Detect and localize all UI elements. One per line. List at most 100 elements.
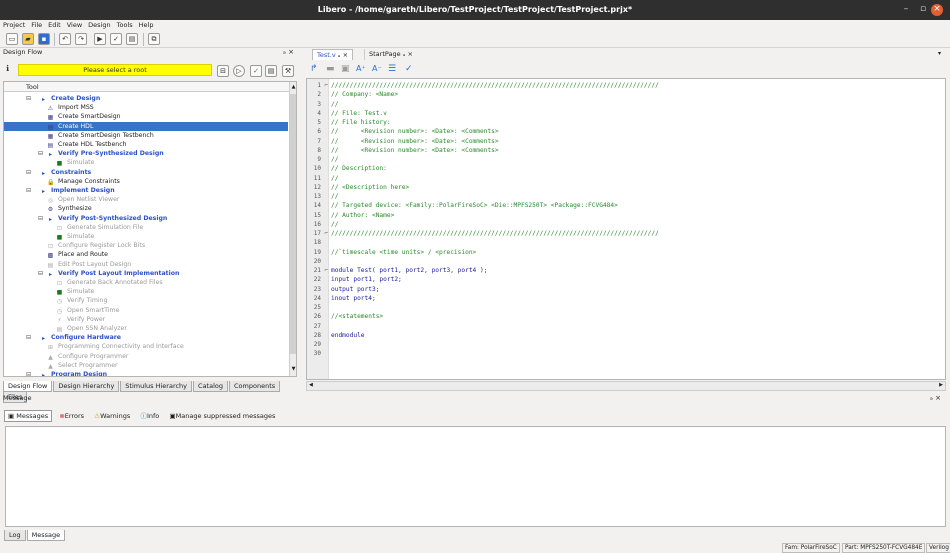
tree-expand-icon[interactable]: ⊟ — [38, 269, 43, 278]
tab-close-icon[interactable]: × — [408, 50, 413, 58]
tree-expand-icon[interactable]: ⊟ — [26, 186, 31, 195]
tree-row[interactable]: ⊟ ▸ Verify Post-Synthesized Design — [38, 214, 167, 223]
tree-row[interactable]: ⊟ ▸ Program Design — [26, 370, 107, 376]
flow-help-icon[interactable]: ℹ — [6, 64, 9, 73]
tree-row[interactable]: ▩ Place and Route — [47, 250, 108, 259]
tree-row[interactable]: ▤ Open SSN Analyzer — [56, 324, 127, 333]
tab-float-icon[interactable]: ₔ — [338, 51, 341, 59]
filter-info[interactable]: ⓘInfo — [137, 411, 162, 423]
tab-test-v[interactable]: Test.v ₔ × — [312, 49, 354, 60]
comment-icon[interactable]: ▬ — [326, 64, 335, 74]
tree-row[interactable]: ⊟ ▸ Verify Pre-Synthesized Design — [38, 149, 164, 158]
report-flow-icon[interactable]: ▤ — [265, 65, 277, 77]
maximize-icon[interactable]: ▫ — [916, 4, 930, 16]
tree-row[interactable]: ◷ Open SmartTime — [56, 306, 119, 315]
uncomment-icon[interactable]: ▣ — [341, 64, 350, 74]
fold-marker-icon[interactable]: ⌐ — [322, 229, 328, 238]
tab-message[interactable]: Message — [26, 530, 66, 541]
tree-row[interactable]: ▦ Create SmartDesign Testbench — [47, 131, 154, 140]
menu-view[interactable]: View — [64, 20, 85, 31]
fold-marker-icon[interactable]: ⌐ — [322, 266, 328, 275]
open-folder-icon[interactable]: ▰ — [22, 33, 34, 45]
undo-icon[interactable]: ↶ — [59, 33, 71, 45]
tree-row[interactable]: ⚡ Verify Power — [56, 315, 105, 324]
tree-row[interactable]: ⊡ Generate Simulation File — [56, 223, 143, 232]
collapse-all-icon[interactable]: ⊟ — [217, 65, 229, 77]
tree-expand-icon[interactable]: ⊟ — [38, 214, 43, 223]
editor-hscroll[interactable]: ◀ ▶ — [306, 381, 946, 391]
tree-row[interactable]: ■ Simulate — [56, 158, 95, 167]
tree-row[interactable]: ⊟ ▸ Configure Hardware — [26, 333, 121, 342]
run-flow-icon[interactable]: ▷ — [233, 65, 245, 77]
tab-design-flow[interactable]: Design Flow — [3, 381, 53, 392]
tree-row[interactable]: ▦ Create SmartDesign — [47, 112, 121, 121]
tree-expand-icon[interactable]: ⊟ — [26, 333, 31, 342]
filter-suppressed[interactable]: ▣Manage suppressed messages — [167, 411, 279, 423]
run-icon[interactable]: ▶ — [94, 33, 106, 45]
fold-marker-icon[interactable]: ⌐ — [322, 81, 328, 90]
tree-row[interactable]: ■ Simulate — [56, 232, 95, 241]
tab-log[interactable]: Log — [4, 530, 26, 541]
root-selector[interactable]: Please select a root — [18, 64, 212, 76]
save-icon[interactable]: ▪ — [38, 33, 50, 45]
report-icon[interactable]: ▤ — [126, 33, 138, 45]
tree-row[interactable]: ▤ Create HDL — [4, 121, 288, 131]
tab-stimulus-hierarchy[interactable]: Stimulus Hierarchy — [120, 381, 193, 392]
tree-row[interactable]: ⊞ Programming Connectivity and Interface — [47, 342, 184, 351]
menu-file[interactable]: File — [28, 20, 45, 31]
tree-row[interactable]: ⊡ Generate Back Annotated Files — [56, 278, 163, 287]
tab-list-icon[interactable]: ▾ — [938, 50, 941, 57]
message-output[interactable] — [5, 426, 946, 527]
tree-row[interactable]: ⊟ ▸ Verify Post Layout Implementation — [38, 269, 179, 278]
menu-edit[interactable]: Edit — [45, 20, 64, 31]
tree-scrollbar[interactable]: ▲ ▼ — [289, 82, 296, 376]
menu-design[interactable]: Design — [85, 20, 113, 31]
menu-project[interactable]: Project — [0, 20, 28, 31]
tab-components[interactable]: Components — [229, 381, 281, 392]
tree-expand-icon[interactable]: ⊟ — [26, 168, 31, 177]
tree-expand-icon[interactable]: ⊟ — [38, 149, 43, 158]
filter-warnings[interactable]: ⚠Warnings — [91, 411, 133, 423]
tree-row[interactable]: ▤ Edit Post Layout Design — [47, 260, 132, 269]
filter-errors[interactable]: ⊗Errors — [56, 411, 87, 423]
window-icon[interactable]: ⧉ — [148, 33, 160, 45]
tree-row[interactable]: ⊡ Configure Register Lock Bits — [47, 241, 145, 250]
tab-catalog[interactable]: Catalog — [193, 381, 228, 392]
tree-row[interactable]: ⊟ ▸ Implement Design — [26, 186, 115, 195]
tree-row[interactable]: ⊟ ▸ Constraints — [26, 168, 91, 177]
menu-tools[interactable]: Tools — [114, 20, 136, 31]
tree-row[interactable]: ⚠ Import MSS — [47, 103, 94, 112]
font-decrease-icon[interactable]: A⁻ — [372, 64, 382, 73]
minimize-icon[interactable]: – — [899, 4, 913, 16]
close-icon[interactable]: × — [931, 4, 943, 16]
tree-row[interactable]: ■ Simulate — [56, 287, 95, 296]
tree-row[interactable]: ▤ Create HDL Testbench — [47, 140, 127, 149]
tab-startpage[interactable]: StartPage ₔ × — [364, 49, 417, 60]
tree-expand-icon[interactable]: ⊟ — [26, 94, 31, 103]
tools-icon[interactable]: ⚒ — [282, 65, 294, 77]
tab-float-icon[interactable]: ₔ — [403, 50, 406, 58]
menu-help[interactable]: Help — [136, 20, 157, 31]
check-hdl-icon[interactable]: ✓ — [405, 64, 413, 74]
check-flow-icon[interactable]: ✓ — [250, 65, 262, 77]
font-increase-icon[interactable]: A⁺ — [356, 64, 366, 73]
tree-row[interactable]: ⚙ Synthesize — [47, 204, 92, 213]
indent-icon[interactable]: ☰ — [388, 64, 396, 74]
tree-row[interactable]: ▲ Configure Programmer — [47, 352, 128, 361]
tree-row[interactable]: ▲ Select Programmer — [47, 361, 117, 370]
redo-icon[interactable]: ↷ — [75, 33, 87, 45]
check-icon[interactable]: ✓ — [110, 33, 122, 45]
tree-row[interactable]: ⊟ ▸ Create Design — [26, 94, 100, 103]
new-file-icon[interactable]: ▭ — [6, 33, 18, 45]
tree-row[interactable]: ◷ Verify Timing — [56, 296, 108, 305]
filter-messages[interactable]: ▣ Messages — [4, 410, 53, 422]
tree-row[interactable]: 🔒 Manage Constraints — [47, 177, 120, 186]
tree-expand-icon[interactable]: ⊟ — [26, 370, 31, 376]
pane-float-icon[interactable]: ₔ × — [930, 394, 941, 402]
tab-close-icon[interactable]: × — [343, 51, 348, 59]
goto-icon[interactable]: ↱ — [310, 64, 318, 74]
tree-row[interactable]: ◎ Open Netlist Viewer — [47, 195, 120, 204]
pane-float-icon[interactable]: ₔ × — [283, 48, 294, 56]
code-editor[interactable]: 1 2 3 4 5 6 7 8 9 10 11 12 13 14 15 16 17 18 19 20 21 22 23 24 2… — [306, 78, 946, 380]
tab-design-hierarchy[interactable]: Design Hierarchy — [53, 381, 120, 392]
